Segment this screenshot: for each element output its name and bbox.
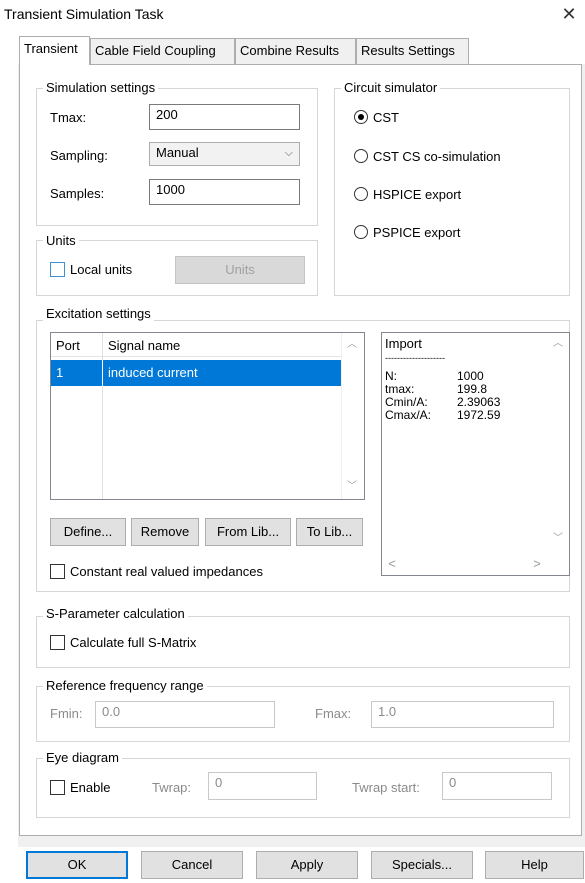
twrap-input[interactable]: 0 bbox=[208, 772, 317, 800]
sampling-label: Sampling: bbox=[50, 148, 108, 163]
constant-impedance-checkbox[interactable] bbox=[50, 564, 65, 579]
window-title: Transient Simulation Task bbox=[4, 6, 164, 22]
radio-cst-cs-cosim[interactable] bbox=[354, 149, 368, 163]
close-icon[interactable]: ✕ bbox=[559, 4, 579, 24]
cancel-button[interactable]: Cancel bbox=[141, 851, 243, 879]
column-header-signal-name[interactable]: Signal name bbox=[108, 338, 180, 353]
excitation-settings-legend: Excitation settings bbox=[43, 306, 154, 321]
port-signal-list[interactable] bbox=[50, 332, 365, 500]
tab-combine-results[interactable]: Combine Results bbox=[235, 38, 356, 64]
column-header-port[interactable]: Port bbox=[56, 338, 80, 353]
tab-results-settings[interactable]: Results Settings bbox=[356, 38, 469, 64]
local-units-label: Local units bbox=[70, 262, 133, 277]
list-scrollbar[interactable] bbox=[341, 333, 364, 499]
full-s-matrix-label: Calculate full S-Matrix bbox=[70, 635, 197, 650]
twrap-start-label: Twrap start: bbox=[352, 780, 420, 795]
tab-label: Cable Field Coupling bbox=[95, 43, 216, 58]
scroll-up-icon[interactable]: ︿ bbox=[344, 338, 360, 352]
import-scroll-left-icon[interactable]: < bbox=[385, 557, 399, 571]
radio-cst-cs-cosim-label: CST CS co-simulation bbox=[373, 149, 501, 164]
twrap-label: Twrap: bbox=[152, 780, 192, 795]
import-title: Import bbox=[385, 336, 422, 351]
row-cell-divider bbox=[102, 360, 103, 386]
help-button[interactable]: Help bbox=[485, 851, 584, 879]
fmin-input[interactable]: 0.0 bbox=[95, 701, 275, 728]
import-scroll-down-icon[interactable]: ﹀ bbox=[550, 532, 566, 546]
to-lib-button[interactable]: To Lib... bbox=[296, 518, 363, 546]
eye-diagram-enable-checkbox[interactable] bbox=[50, 780, 65, 795]
radio-pspice[interactable] bbox=[354, 225, 368, 239]
tab-cable-field-coupling[interactable]: Cable Field Coupling bbox=[90, 38, 235, 64]
chevron-down-icon: ⌵ bbox=[284, 147, 293, 159]
from-lib-button[interactable]: From Lib... bbox=[205, 518, 291, 546]
tab-label: Results Settings bbox=[361, 43, 455, 58]
tmax-label: Tmax: bbox=[50, 110, 87, 125]
tab-label: Transient bbox=[24, 41, 78, 56]
units-legend: Units bbox=[43, 233, 79, 248]
radio-pspice-label: PSPICE export bbox=[373, 225, 461, 240]
units-button[interactable]: Units bbox=[175, 256, 305, 284]
radio-cst-label: CST bbox=[373, 110, 399, 125]
scroll-down-icon[interactable]: ﹀ bbox=[344, 480, 360, 494]
tab-transient[interactable]: Transient bbox=[19, 36, 90, 65]
radio-hspice-label: HSPICE export bbox=[373, 187, 462, 202]
samples-label: Samples: bbox=[50, 186, 105, 201]
apply-button[interactable]: Apply bbox=[256, 851, 358, 879]
import-scroll-up-icon[interactable]: ︿ bbox=[550, 337, 566, 351]
simulation-settings-legend: Simulation settings bbox=[43, 80, 159, 95]
sampling-select[interactable]: Manual ⌵ bbox=[149, 142, 300, 166]
fmax-input[interactable]: 1.0 bbox=[371, 701, 554, 728]
s-parameter-legend: S-Parameter calculation bbox=[43, 606, 188, 621]
reference-frequency-legend: Reference frequency range bbox=[43, 678, 207, 693]
sampling-selected-value: Manual bbox=[156, 145, 199, 160]
import-value-cmax: 1972.59 bbox=[457, 408, 501, 422]
radio-cst[interactable] bbox=[354, 110, 368, 124]
eye-diagram-legend: Eye diagram bbox=[43, 750, 122, 765]
import-key-cmax: Cmax/A: bbox=[385, 408, 432, 422]
full-s-matrix-checkbox[interactable] bbox=[50, 635, 65, 650]
twrap-start-input[interactable]: 0 bbox=[442, 772, 552, 800]
samples-input[interactable]: 1000 bbox=[149, 179, 300, 205]
ok-button[interactable]: OK bbox=[26, 851, 128, 879]
eye-diagram-enable-label: Enable bbox=[70, 780, 111, 795]
remove-button[interactable]: Remove bbox=[131, 518, 199, 546]
circuit-simulator-legend: Circuit simulator bbox=[341, 80, 441, 95]
list-header bbox=[51, 333, 341, 357]
local-units-checkbox[interactable] bbox=[50, 262, 65, 277]
tab-label: Combine Results bbox=[240, 43, 339, 58]
constant-impedance-label: Constant real valued impedances bbox=[70, 564, 263, 579]
row-port-cell: 1 bbox=[56, 365, 64, 380]
import-scroll-right-icon[interactable]: > bbox=[530, 557, 544, 571]
column-divider bbox=[102, 333, 103, 499]
fmin-label: Fmin: bbox=[50, 706, 83, 721]
fmax-label: Fmax: bbox=[315, 706, 352, 721]
import-separator: -------------------- bbox=[385, 353, 445, 363]
define-button[interactable]: Define... bbox=[50, 518, 126, 546]
radio-hspice[interactable] bbox=[354, 187, 368, 201]
title-bar: Transient Simulation Task ✕ bbox=[0, 0, 585, 30]
tmax-input[interactable]: 200 bbox=[149, 104, 300, 130]
specials-button[interactable]: Specials... bbox=[371, 851, 473, 879]
row-signal-cell: induced current bbox=[108, 365, 198, 380]
